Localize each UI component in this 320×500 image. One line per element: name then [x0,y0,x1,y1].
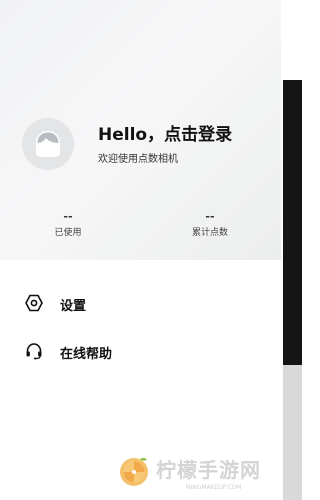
stat-total-label: 累计点数 [191,228,228,238]
menu-item-settings-label: 设置 [60,299,87,314]
default-user-avatar-icon [36,131,60,157]
menu-item-help-label: 在线帮助 [60,347,113,362]
stat-used: -- 已使用 [18,210,118,240]
stat-used-label: 已使用 [54,228,82,238]
background-dark-panel [283,80,302,365]
menu-item-help[interactable]: 在线帮助 [0,331,281,371]
navigation-drawer: Hello，点击登录 欢迎使用点数相机 -- 已使用 -- 累计点数 设置 在线… [0,0,281,500]
login-prompt[interactable]: Hello，点击登录 [98,120,232,145]
welcome-subtitle: 欢迎使用点数相机 [98,154,178,165]
watermark: 柠檬手游网 NINGMAKEUP.COM [116,452,286,497]
gear-icon [25,294,43,312]
avatar[interactable] [22,118,74,170]
stat-total-value: -- [205,210,215,223]
watermark-brand: 柠檬手游网 [156,458,261,482]
watermark-url: NINGMAKEUP.COM [186,484,242,491]
lemon-logo-icon [120,457,148,486]
user-header[interactable]: Hello，点击登录 欢迎使用点数相机 -- 已使用 -- 累计点数 [0,0,281,260]
stat-total-points: -- 累计点数 [160,210,260,240]
headset-icon [25,342,43,360]
menu-item-settings[interactable]: 设置 [0,283,281,323]
background-content-strip [281,0,302,500]
stat-used-value: -- [63,210,73,223]
